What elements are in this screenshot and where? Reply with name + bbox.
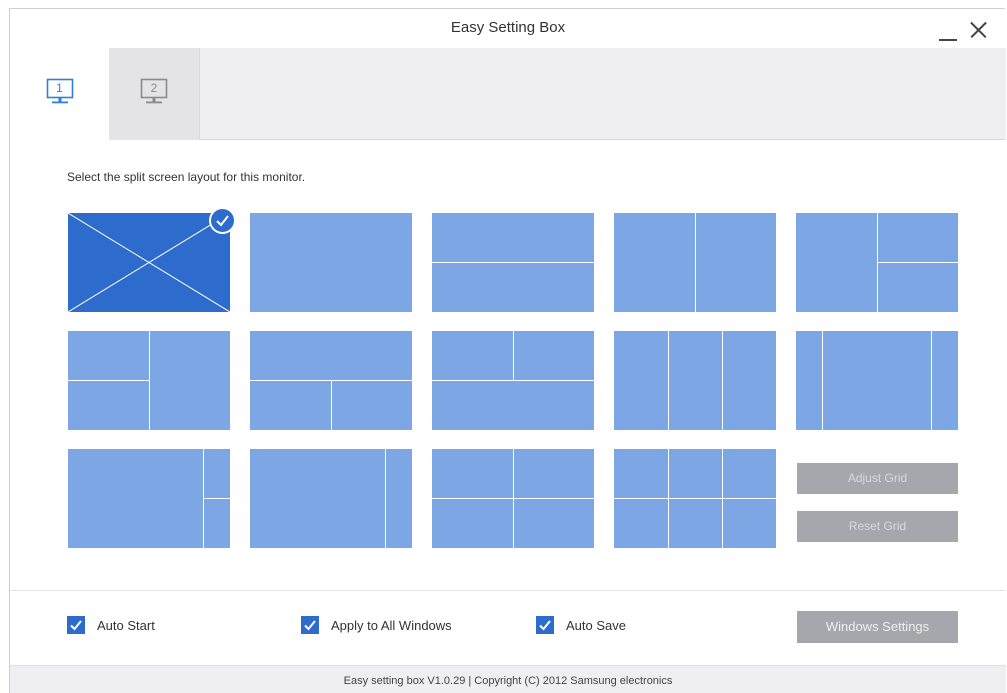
layout-three-columns[interactable] xyxy=(614,331,776,430)
tab-monitor-1[interactable]: 1 xyxy=(10,48,109,141)
selected-check-icon xyxy=(209,207,236,234)
tab-monitor-1-label: 1 xyxy=(56,81,63,95)
layout-full[interactable] xyxy=(250,213,412,312)
auto-save-label: Auto Save xyxy=(566,618,626,633)
apply-all-windows-label: Apply to All Windows xyxy=(331,618,452,633)
layout-left-plus-right-stacked[interactable] xyxy=(796,213,958,312)
layout-wide-plus-narrow-right[interactable] xyxy=(250,449,412,548)
windows-settings-button[interactable]: Windows Settings xyxy=(797,611,958,643)
layout-left-stacked-plus-right[interactable] xyxy=(68,331,230,430)
copyright-text: Easy setting box V1.0.29 | Copyright (C)… xyxy=(343,675,673,687)
tab-monitor-2-label: 2 xyxy=(150,81,158,95)
layout-three-by-two[interactable] xyxy=(614,449,776,548)
title-bar: Easy Setting Box xyxy=(10,9,1006,49)
auto-start-label: Auto Start xyxy=(97,618,155,633)
layout-two-columns[interactable] xyxy=(614,213,776,312)
instruction-text: Select the split screen layout for this … xyxy=(67,170,306,184)
checkbox-checked-icon xyxy=(536,616,554,634)
layout-top-split-plus-bottom[interactable] xyxy=(432,331,594,430)
reset-grid-button[interactable]: Reset Grid xyxy=(797,511,958,542)
no-split-icon xyxy=(68,213,230,312)
minimize-button[interactable] xyxy=(937,19,959,41)
divider xyxy=(10,590,1006,591)
app-window: Easy Setting Box 1 2 Select the split sc… xyxy=(9,8,1006,693)
layout-two-rows[interactable] xyxy=(432,213,594,312)
layout-off[interactable] xyxy=(68,207,236,312)
layout-top-plus-bottom-split[interactable] xyxy=(250,331,412,430)
layout-quad[interactable] xyxy=(432,449,594,548)
adjust-grid-button[interactable]: Adjust Grid xyxy=(797,463,958,494)
checkbox-checked-icon xyxy=(301,616,319,634)
checkbox-checked-icon xyxy=(67,616,85,634)
footer: Easy setting box V1.0.29 | Copyright (C)… xyxy=(10,665,1006,693)
layout-wide-plus-right-stacked[interactable] xyxy=(68,449,230,548)
monitor-tab-bar: 1 2 xyxy=(10,48,1006,141)
tab-monitor-2[interactable]: 2 xyxy=(109,48,200,140)
layout-narrow-wide-narrow[interactable] xyxy=(796,331,958,430)
window-title: Easy Setting Box xyxy=(450,19,566,36)
close-button[interactable] xyxy=(967,19,989,41)
